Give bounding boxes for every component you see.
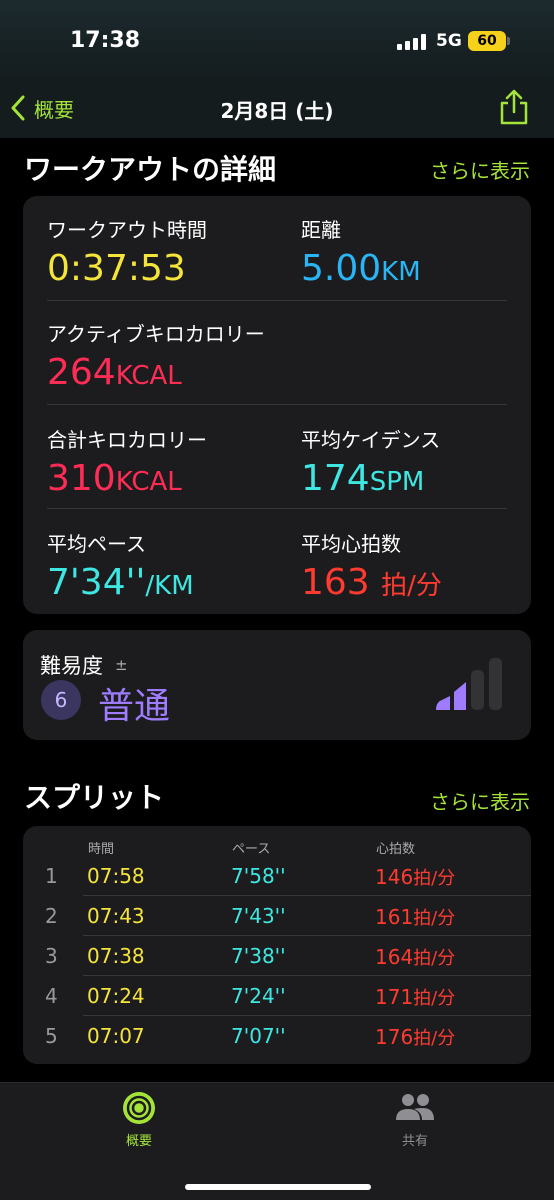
split-time: 07:24 bbox=[87, 984, 145, 1008]
plus-minus-icon: ± bbox=[115, 656, 128, 674]
split-hr-unit: 拍/分 bbox=[413, 908, 456, 929]
split-time: 07:07 bbox=[87, 1024, 145, 1048]
split-header-hr: 心拍数 bbox=[376, 842, 416, 857]
metric-label: 平均ペース bbox=[47, 532, 146, 556]
metric-distance: 距離 5.00KM bbox=[301, 214, 421, 292]
split-hr: 164 bbox=[375, 945, 414, 969]
metric-unit: KM bbox=[381, 257, 421, 287]
metric-label: 距離 bbox=[301, 218, 341, 242]
metric-cadence: 平均ケイデンス 174SPM bbox=[301, 424, 440, 502]
split-hr-unit: 拍/分 bbox=[413, 988, 456, 1009]
metric-total-calories: 合計キロカロリー 310KCAL bbox=[47, 424, 207, 502]
split-hr: 161 bbox=[375, 905, 414, 929]
difficulty-value: 普通 bbox=[98, 686, 171, 727]
split-number: 1 bbox=[45, 864, 58, 888]
split-number: 2 bbox=[45, 904, 58, 928]
split-time: 07:43 bbox=[87, 904, 145, 928]
tab-summary[interactable]: 概要 bbox=[99, 1090, 179, 1149]
metric-value: 310 bbox=[47, 458, 116, 499]
split-number: 3 bbox=[45, 944, 58, 968]
divider bbox=[47, 404, 507, 405]
metric-unit: KCAL bbox=[115, 361, 182, 391]
metric-unit: /KM bbox=[145, 571, 194, 601]
metric-workout-time: ワークアウト時間 0:37:53 bbox=[47, 214, 207, 289]
page-title: 2月8日 (土) bbox=[220, 99, 334, 123]
split-hr-unit: 拍/分 bbox=[413, 868, 456, 889]
difficulty-level-badge: 6 bbox=[41, 680, 81, 720]
split-number: 5 bbox=[45, 1024, 58, 1048]
metric-unit: SPM bbox=[369, 467, 425, 497]
split-row: 2 07:43 7'43'' 161拍/分 bbox=[23, 896, 531, 936]
tab-label: 概要 bbox=[125, 1134, 152, 1149]
metric-value: 174 bbox=[301, 458, 370, 499]
tab-bar bbox=[0, 1082, 554, 1200]
divider bbox=[47, 300, 507, 301]
split-hr: 171 bbox=[375, 985, 414, 1009]
metric-value: 163 bbox=[301, 562, 370, 603]
split-row: 3 07:38 7'38'' 164拍/分 bbox=[23, 936, 531, 976]
metric-unit: KCAL bbox=[115, 467, 182, 497]
metric-label: 合計キロカロリー bbox=[47, 428, 207, 452]
signal-icon bbox=[397, 34, 427, 50]
people-icon bbox=[396, 1094, 434, 1120]
metric-heart-rate: 平均心拍数 163 拍/分 bbox=[301, 528, 442, 606]
metric-active-calories: アクティブキロカロリー 264KCAL bbox=[47, 318, 265, 396]
split-number: 4 bbox=[45, 984, 58, 1008]
details-card: ワークアウト時間 0:37:53 距離 5.00KM アクティブキロカロリー 2… bbox=[23, 196, 531, 614]
split-hr: 176 bbox=[375, 1025, 414, 1049]
split-pace: 7'07'' bbox=[231, 1024, 286, 1048]
metric-pace: 平均ペース 7'34''/KM bbox=[47, 528, 194, 606]
home-indicator bbox=[185, 1184, 371, 1190]
difficulty-bars-icon bbox=[436, 658, 502, 710]
tab-label: 共有 bbox=[401, 1134, 428, 1149]
details-more-link[interactable]: さらに表示 bbox=[430, 155, 530, 184]
metric-value: 7'34'' bbox=[47, 562, 146, 603]
tab-sharing[interactable]: 共有 bbox=[375, 1090, 455, 1149]
metric-label: アクティブキロカロリー bbox=[47, 322, 265, 346]
divider bbox=[47, 508, 507, 509]
metric-label: ワークアウト時間 bbox=[47, 218, 207, 242]
split-time: 07:38 bbox=[87, 944, 145, 968]
split-hr-unit: 拍/分 bbox=[413, 948, 456, 969]
battery-tip bbox=[507, 37, 510, 45]
share-icon[interactable] bbox=[498, 88, 530, 126]
status-time: 17:38 bbox=[70, 28, 141, 53]
metric-value: 0:37:53 bbox=[47, 248, 186, 289]
metric-unit: 拍/分 bbox=[381, 571, 442, 601]
split-row: 1 07:58 7'58'' 146拍/分 bbox=[23, 856, 531, 896]
difficulty-label: 難易度 ± bbox=[40, 650, 128, 680]
metric-label: 平均ケイデンス bbox=[301, 428, 441, 452]
split-time: 07:58 bbox=[87, 864, 145, 888]
split-hr-unit: 拍/分 bbox=[413, 1028, 456, 1049]
difficulty-title: 難易度 bbox=[40, 654, 103, 678]
split-pace: 7'38'' bbox=[231, 944, 286, 968]
split-row: 4 07:24 7'24'' 171拍/分 bbox=[23, 976, 531, 1016]
split-hr: 146 bbox=[375, 865, 414, 889]
metric-value: 264 bbox=[47, 352, 116, 393]
details-title: ワークアウトの詳細 bbox=[24, 153, 277, 186]
split-pace: 7'43'' bbox=[231, 904, 286, 928]
splits-more-link[interactable]: さらに表示 bbox=[430, 786, 530, 815]
activity-rings-icon bbox=[123, 1092, 155, 1124]
metric-value: 5.00 bbox=[301, 248, 382, 289]
split-header-time: 時間 bbox=[88, 842, 115, 857]
network-label: 5G bbox=[436, 31, 462, 51]
split-row: 5 07:07 7'07'' 176拍/分 bbox=[23, 1016, 531, 1056]
splits-title: スプリット bbox=[24, 781, 165, 814]
metric-label: 平均心拍数 bbox=[301, 532, 401, 556]
split-pace: 7'24'' bbox=[231, 984, 286, 1008]
split-header-pace: ペース bbox=[232, 842, 271, 857]
battery-icon: 60 bbox=[468, 31, 506, 51]
split-pace: 7'58'' bbox=[231, 864, 286, 888]
